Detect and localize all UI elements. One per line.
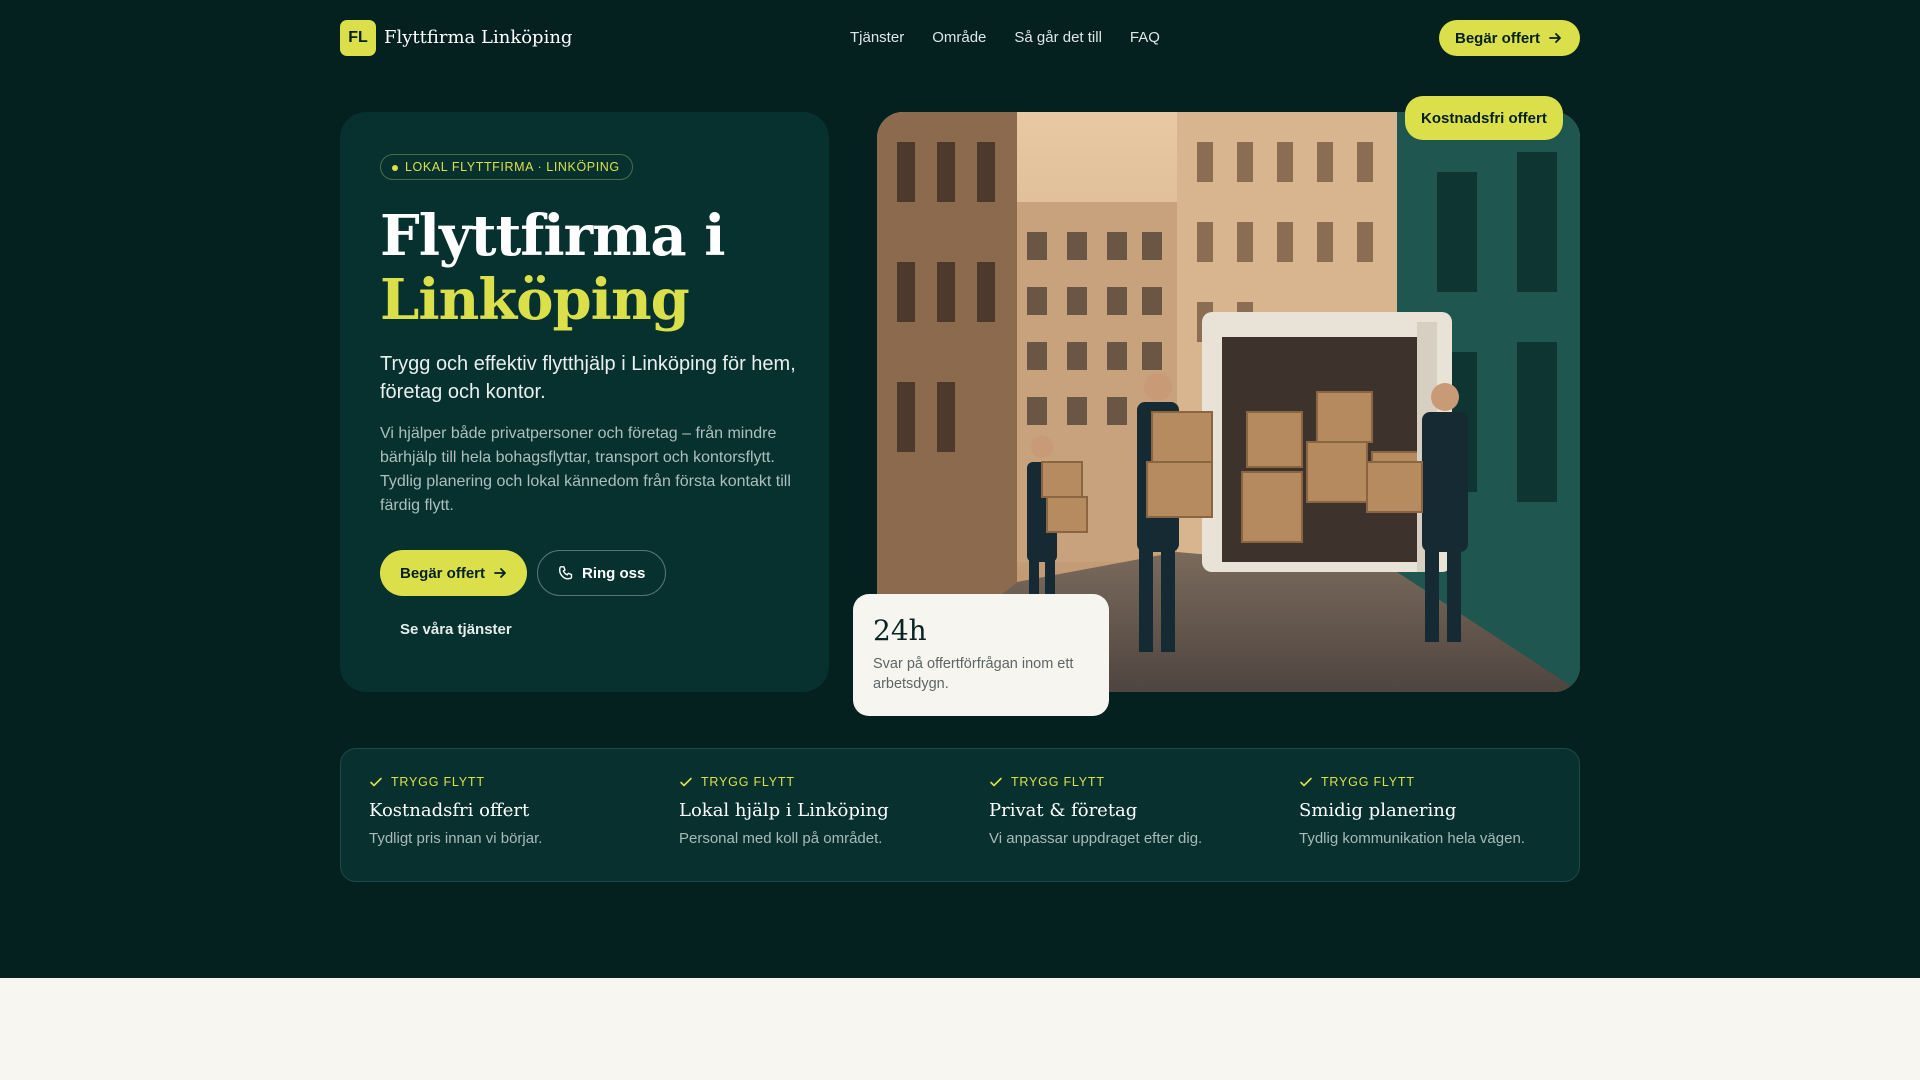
response-time-text: Svar på offertförfrågan inom ett arbetsd… (873, 656, 1074, 692)
request-quote-button[interactable]: Begär offert (380, 550, 528, 596)
hero-title-line1: Flyttfirma i (380, 203, 725, 269)
feature-tag-label: TRYGG FLYTT (1011, 775, 1105, 789)
hero-card: LOKAL FLYTTFIRMA · LINKÖPING Flyttfirma … (340, 112, 829, 692)
hero-title-line2: Linköping (380, 267, 690, 333)
feature-tag: TRYGG FLYTT (1299, 775, 1589, 789)
brand-name[interactable]: Flyttfirma Linköping (384, 27, 572, 48)
feature-tag: TRYGG FLYTT (989, 775, 1279, 789)
feature-tag: TRYGG FLYTT (369, 775, 659, 789)
check-icon (680, 777, 692, 787)
feature-tag-label: TRYGG FLYTT (701, 775, 795, 789)
hero-body: Vi hjälper både privatpersoner och föret… (380, 425, 791, 514)
nav-link-omrade[interactable]: Område (932, 29, 986, 46)
feature-item: TRYGG FLYTT Privat & företag Vi anpassar… (989, 775, 1279, 847)
nav-link-sa-gar-det-till[interactable]: Så går det till (1014, 29, 1102, 46)
response-time-value: 24h (873, 614, 927, 647)
nav-link-faq[interactable]: FAQ (1130, 29, 1160, 46)
feature-tag-label: TRYGG FLYTT (1321, 775, 1415, 789)
call-us-button[interactable]: Ring oss (537, 550, 667, 596)
arrow-right-icon (1549, 33, 1561, 43)
phone-icon (559, 566, 573, 580)
request-quote-label: Begär offert (400, 564, 486, 582)
nav-link-tjanster[interactable]: Tjänster (850, 29, 904, 46)
feature-description: Personal med koll på området. (679, 830, 883, 847)
feature-item: TRYGG FLYTT Lokal hjälp i Linköping Pers… (679, 775, 969, 847)
feature-item: TRYGG FLYTT Smidig planering Tydlig komm… (1299, 775, 1589, 847)
feature-description: Tydligt pris innan vi börjar. (369, 830, 543, 847)
response-time-card: 24h Svar på offertförfrågan inom ett arb… (853, 594, 1109, 716)
see-services-link[interactable]: Se våra tjänster (400, 621, 512, 638)
feature-title: Kostnadsfri offert (369, 800, 530, 821)
feature-title: Lokal hjälp i Linköping (679, 800, 889, 821)
call-us-label: Ring oss (582, 564, 646, 582)
feature-tag: TRYGG FLYTT (679, 775, 969, 789)
arrow-right-icon (494, 568, 506, 578)
nav-request-quote-label: Begär offert (1454, 29, 1540, 47)
hero-tag: LOKAL FLYTTFIRMA · LINKÖPING (380, 154, 633, 180)
hero-tag-label: LOKAL FLYTTFIRMA · LINKÖPING (405, 160, 620, 174)
feature-title: Smidig planering (1299, 800, 1457, 821)
feature-description: Tydlig kommunikation hela vägen. (1299, 830, 1525, 847)
check-icon (370, 777, 382, 787)
logo-mark[interactable]: FL (340, 20, 376, 56)
top-navigation: FL Flyttfirma Linköping Tjänster Område … (340, 20, 1580, 56)
nav-links: Tjänster Område Så går det till FAQ (850, 29, 1160, 46)
hero-lead: Trygg och effektiv flytthjälp i Linköpin… (380, 353, 796, 403)
tag-dot-icon (392, 165, 398, 171)
feature-description: Vi anpassar uppdraget efter dig. (989, 830, 1203, 847)
feature-item: TRYGG FLYTT Kostnadsfri offert Tydligt p… (369, 775, 659, 847)
free-quote-badge: Kostnadsfri offert (1405, 96, 1563, 140)
hero-title: Flyttfirma i Linköping (380, 203, 725, 333)
nav-request-quote-button[interactable]: Begär offert (1438, 20, 1580, 56)
features-strip: TRYGG FLYTT Kostnadsfri offert Tydligt p… (340, 748, 1580, 882)
feature-tag-label: TRYGG FLYTT (391, 775, 485, 789)
check-icon (990, 777, 1002, 787)
check-icon (1300, 777, 1312, 787)
feature-title: Privat & företag (989, 800, 1138, 821)
